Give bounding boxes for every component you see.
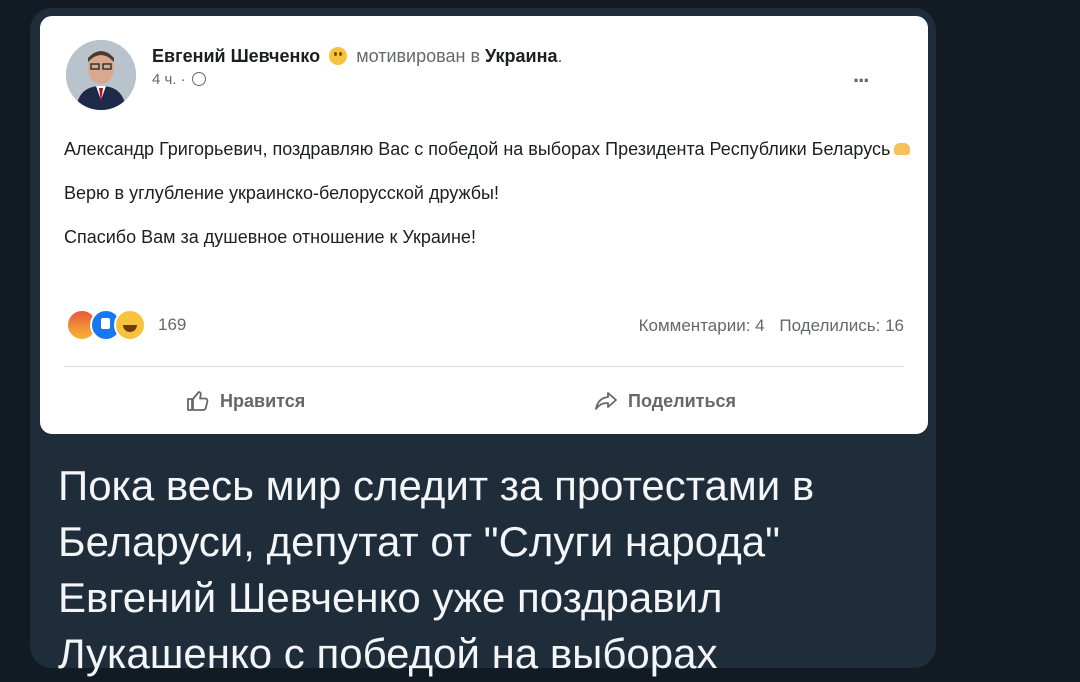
- post-meta: 4 ч. ·: [152, 71, 852, 88]
- post-paragraph-1: Александр Григорьевич, поздравляю Вас с …: [64, 136, 914, 162]
- raised-hands-emoji-icon: [894, 143, 911, 155]
- header-period: .: [557, 46, 563, 66]
- like-button-label: Нравится: [220, 390, 306, 411]
- post-header-line: Евгений Шевченко мотивирован в Украина.: [152, 46, 852, 67]
- share-arrow-icon: [595, 392, 617, 410]
- like-button[interactable]: Нравится: [186, 390, 305, 412]
- post-body: Александр Григорьевич, поздравляю Вас с …: [64, 136, 914, 268]
- share-button[interactable]: Поделиться: [594, 390, 736, 412]
- engagement-counts: Комментарии: 4 Поделились: 16: [629, 316, 904, 336]
- message-caption: Пока весь мир следит за протестами в Бел…: [58, 462, 815, 677]
- author-name[interactable]: Евгений Шевченко: [152, 46, 320, 66]
- activity-text: мотивирован в: [356, 46, 481, 66]
- reactions-summary[interactable]: 169: [66, 309, 187, 341]
- thumbs-up-icon: [187, 391, 209, 411]
- shares-count-link[interactable]: Поделились: 16: [779, 316, 904, 335]
- post-time[interactable]: 4 ч.: [152, 71, 177, 88]
- more-options-button[interactable]: ...: [853, 62, 869, 88]
- reaction-count: 169: [158, 315, 187, 334]
- actions-divider: [64, 366, 904, 367]
- avatar-photo-icon: [66, 40, 136, 110]
- post-paragraph-2: Верю в углубление украинско-белорусской …: [64, 183, 499, 203]
- author-avatar[interactable]: [66, 40, 136, 110]
- post-paragraph-3: Спасибо Вам за душевное отношение к Укра…: [64, 227, 476, 247]
- globe-icon: [191, 72, 206, 86]
- haha-reaction-icon: [114, 309, 146, 341]
- comments-count-link[interactable]: Комментарии: 4: [639, 316, 765, 335]
- meta-separator: ·: [180, 71, 186, 88]
- location-link[interactable]: Украина: [485, 46, 557, 66]
- share-button-label: Поделиться: [628, 390, 737, 411]
- post-paragraph-1-text: Александр Григорьевич, поздравляю Вас с …: [64, 139, 891, 159]
- facebook-post-card: Евгений Шевченко мотивирован в Украина. …: [40, 16, 928, 434]
- post-header: Евгений Шевченко мотивирован в Украина. …: [152, 46, 852, 88]
- smile-emoji-icon: [329, 47, 348, 65]
